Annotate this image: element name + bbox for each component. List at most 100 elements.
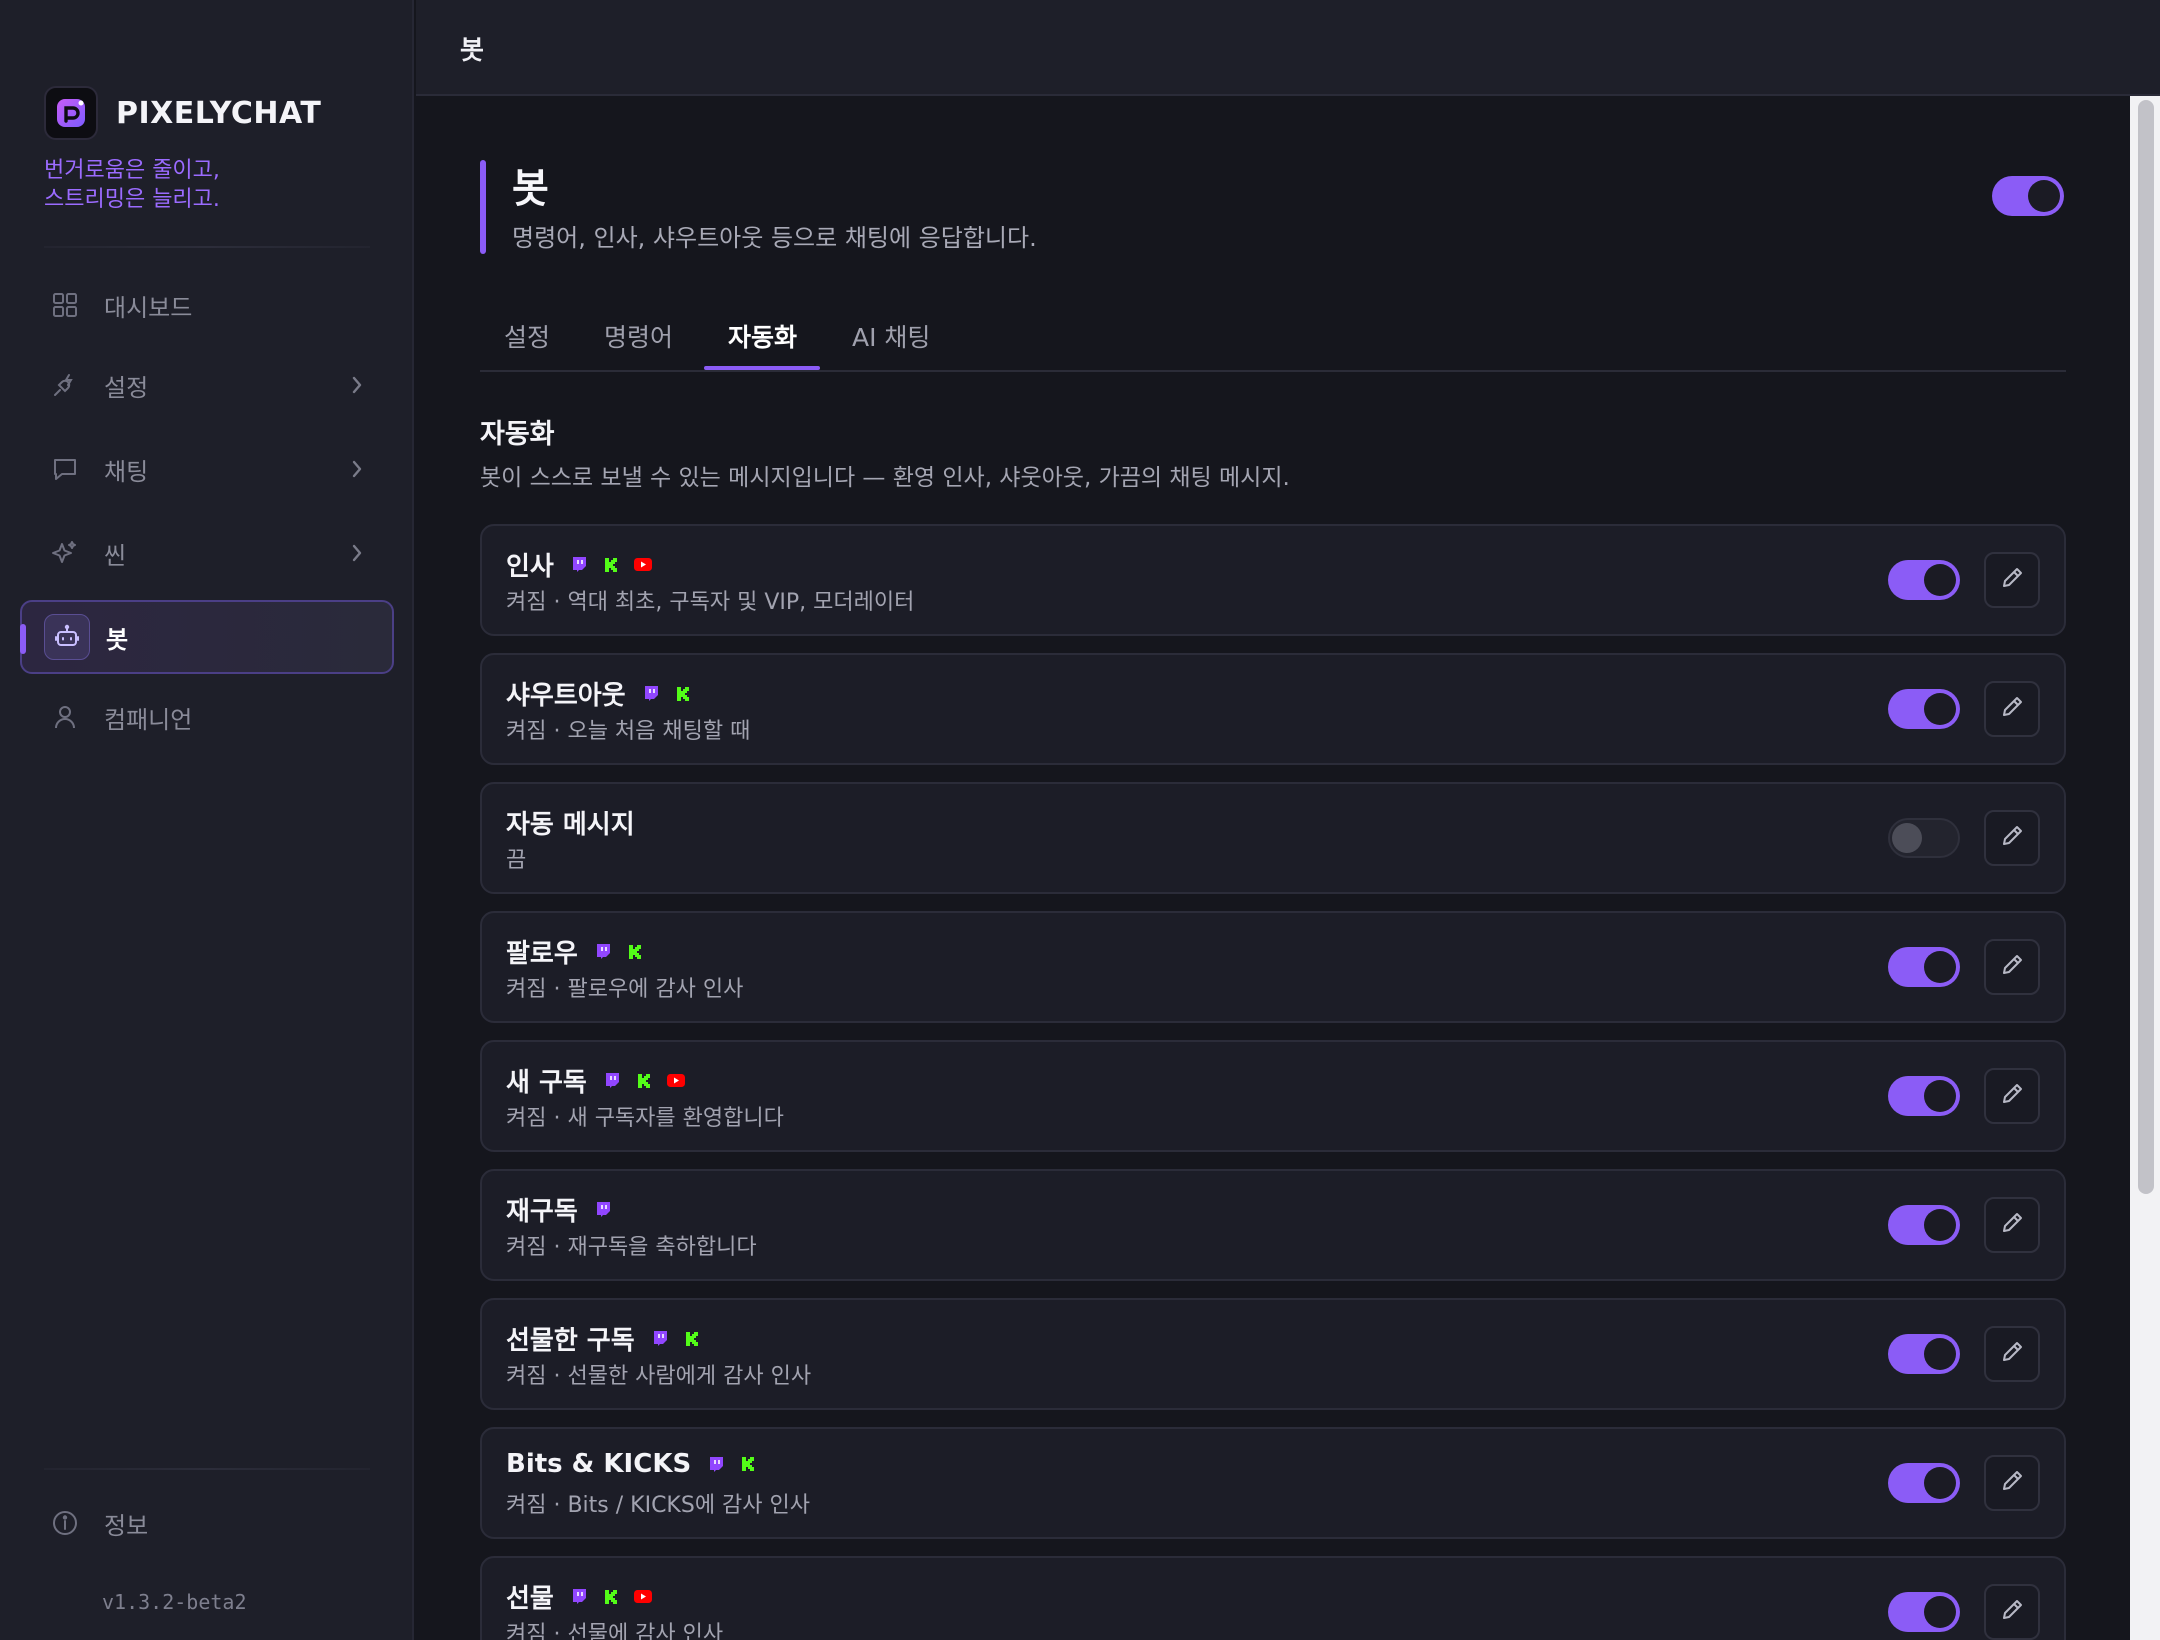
tab-automation[interactable]: 자동화 xyxy=(704,318,821,370)
kick-icon xyxy=(683,1330,701,1348)
pencil-icon xyxy=(1999,1468,2025,1498)
automation-title-row: 새 구독 xyxy=(506,1062,699,1099)
twitch-icon xyxy=(651,1330,669,1348)
toggle-knob xyxy=(1924,693,1956,725)
sidebar-item-scenes[interactable]: 씬 xyxy=(20,516,394,590)
automation-toggle[interactable] xyxy=(1888,1076,1960,1116)
automation-title-row: 자동 메시지 xyxy=(506,804,635,841)
edit-button[interactable] xyxy=(1984,939,2040,995)
toggle-knob xyxy=(1924,951,1956,983)
kick-icon xyxy=(674,685,692,703)
automation-card[interactable]: 선물켜짐 · 선물에 감사 인사 xyxy=(480,1556,2066,1640)
sparkles-icon xyxy=(50,538,80,568)
automation-title-row: 팔로우 xyxy=(506,933,658,970)
kick-icon xyxy=(602,556,620,574)
automation-toggle[interactable] xyxy=(1888,1463,1960,1503)
automation-status: 켜짐 · 팔로우에 감사 인사 xyxy=(506,977,744,1002)
chevron-right-icon xyxy=(350,374,364,400)
edit-button[interactable] xyxy=(1984,1197,2040,1253)
automation-title: 샤우트아웃 xyxy=(506,681,626,711)
sidebar-divider xyxy=(44,246,370,248)
twitch-icon xyxy=(594,1201,612,1219)
automation-status: 켜짐 · 선물에 감사 인사 xyxy=(506,1622,724,1640)
bot-icon xyxy=(44,614,90,660)
sidebar: PIXELYCHAT 번거로움은 줄이고, 스트리밍은 늘리고. 대시보드 설정… xyxy=(0,0,414,1640)
sidebar-item-info[interactable]: 정보 xyxy=(20,1486,394,1560)
automation-title: Bits & KICKS xyxy=(506,1449,692,1479)
automation-title: 새 구독 xyxy=(506,1068,587,1098)
pencil-icon xyxy=(1999,1210,2025,1240)
automation-status: 켜짐 · 역대 최초, 구독자 및 VIP, 모더레이터 xyxy=(506,590,915,615)
automation-card[interactable]: 재구독 켜짐 · 재구독을 축하합니다 xyxy=(480,1169,2066,1281)
twitch-icon xyxy=(594,943,612,961)
automation-title: 재구독 xyxy=(506,1197,578,1227)
automation-toggle[interactable] xyxy=(1888,1205,1960,1245)
toggle-knob xyxy=(2028,180,2060,212)
sidebar-item-settings[interactable]: 설정 xyxy=(20,348,394,422)
platform-badges xyxy=(594,943,658,961)
sidebar-divider xyxy=(44,1468,370,1470)
automation-title: 팔로우 xyxy=(506,939,578,969)
toggle-knob xyxy=(1924,564,1956,596)
automation-toggle[interactable] xyxy=(1888,1334,1960,1374)
platform-badges xyxy=(570,1588,666,1606)
automation-card[interactable]: 샤우트아웃켜짐 · 오늘 처음 채팅할 때 xyxy=(480,653,2066,765)
youtube-icon xyxy=(666,1072,685,1090)
edit-button[interactable] xyxy=(1984,1455,2040,1511)
automation-card[interactable]: Bits & KICKS 켜짐 · Bits / KICKS에 감사 인사 xyxy=(480,1427,2066,1539)
automation-title: 선물한 구독 xyxy=(506,1326,635,1356)
automation-card[interactable]: 팔로우켜짐 · 팔로우에 감사 인사 xyxy=(480,911,2066,1023)
app-logo-icon xyxy=(44,86,98,140)
tab-ai-chat[interactable]: AI 채팅 xyxy=(828,318,954,370)
edit-button[interactable] xyxy=(1984,1584,2040,1640)
sidebar-item-label: 채팅 xyxy=(104,457,149,486)
automation-status: 켜짐 · 새 구독자를 환영합니다 xyxy=(506,1106,784,1131)
pencil-icon xyxy=(1999,565,2025,595)
pencil-icon xyxy=(1999,1339,2025,1369)
automation-toggle[interactable] xyxy=(1888,689,1960,729)
automation-status: 켜짐 · Bits / KICKS에 감사 인사 xyxy=(506,1493,811,1518)
automation-toggle[interactable] xyxy=(1888,1592,1960,1632)
automation-toggle[interactable] xyxy=(1888,560,1960,600)
sidebar-item-dashboard[interactable]: 대시보드 xyxy=(20,268,394,342)
chevron-right-icon xyxy=(350,542,364,568)
pencil-icon xyxy=(1999,694,2025,724)
edit-button[interactable] xyxy=(1984,552,2040,608)
sidebar-item-label: 컴패니언 xyxy=(104,705,193,734)
tagline: 번거로움은 줄이고, 스트리밍은 늘리고. xyxy=(44,158,220,212)
automation-toggle[interactable] xyxy=(1888,947,1960,987)
kick-icon xyxy=(602,1588,620,1606)
sidebar-item-label: 대시보드 xyxy=(104,293,193,322)
automation-title-row: 선물 xyxy=(506,1578,666,1615)
sidebar-item-bot[interactable]: 봇 xyxy=(20,600,394,674)
sidebar-item-companion[interactable]: 컴패니언 xyxy=(20,680,394,754)
automation-card[interactable]: 자동 메시지 끔 xyxy=(480,782,2066,894)
automation-toggle[interactable] xyxy=(1888,818,1960,858)
pencil-icon xyxy=(1999,823,2025,853)
automation-status: 켜짐 · 오늘 처음 채팅할 때 xyxy=(506,719,751,744)
version-label: v1.3.2-beta2 xyxy=(102,1590,247,1614)
topbar-title: 봇 xyxy=(460,36,484,66)
plug-icon xyxy=(50,370,80,400)
sidebar-item-label: 설정 xyxy=(104,373,149,402)
active-tab-underline xyxy=(704,366,820,370)
edit-button[interactable] xyxy=(1984,810,2040,866)
page-header-accent xyxy=(480,160,486,254)
tab-bar: 설정 명령어 자동화 AI 채팅 xyxy=(480,312,2066,372)
sidebar-item-chat[interactable]: 채팅 xyxy=(20,432,394,506)
platform-badges xyxy=(651,1330,715,1348)
tab-commands[interactable]: 명령어 xyxy=(580,318,697,370)
bot-enabled-toggle[interactable] xyxy=(1992,176,2064,216)
automation-card[interactable]: 선물한 구독켜짐 · 선물한 사람에게 감사 인사 xyxy=(480,1298,2066,1410)
automation-status: 켜짐 · 선물한 사람에게 감사 인사 xyxy=(506,1364,812,1389)
toggle-knob xyxy=(1924,1080,1956,1112)
section-title: 자동화 xyxy=(480,419,555,450)
automation-card[interactable]: 인사 켜짐 · 역대 최초, 구독자 및 VIP, 모더레이터 xyxy=(480,524,2066,636)
grid-icon xyxy=(50,290,80,320)
scrollbar-thumb[interactable] xyxy=(2138,100,2154,1194)
edit-button[interactable] xyxy=(1984,1326,2040,1382)
edit-button[interactable] xyxy=(1984,681,2040,737)
edit-button[interactable] xyxy=(1984,1068,2040,1124)
automation-card[interactable]: 새 구독켜짐 · 새 구독자를 환영합니다 xyxy=(480,1040,2066,1152)
tab-settings[interactable]: 설정 xyxy=(480,318,574,370)
